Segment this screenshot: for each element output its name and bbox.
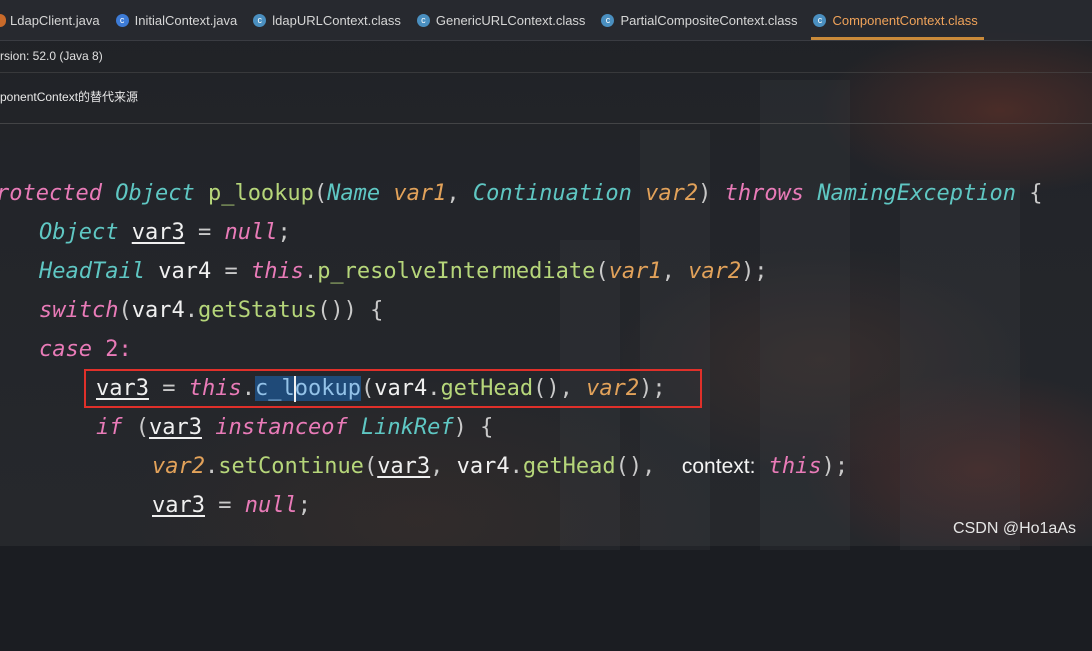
number-literal: 2 [105,337,119,362]
class-file-icon: c [601,13,615,27]
keyword-null: null [244,493,298,518]
tab-label: LdapClient.java [10,12,100,28]
code-line-declare-var3: Object var3 = null; [39,215,291,254]
variable-var3: var3 [377,454,431,479]
keyword-throws: throws [724,181,805,206]
variable-var3: var3 [152,493,205,518]
alternative-source-text[interactable]: ponentContext的替代来源 [0,90,138,104]
exception-type: NamingException [817,181,1016,206]
code-editor[interactable]: rotected Object p_lookup(Name var1, Cont… [0,176,1092,651]
paren: ()) { [317,298,384,323]
tab-componentcontext-class[interactable]: c ComponentContext.class [807,0,987,40]
dot: . [509,454,523,479]
arg-var2: var2 [688,259,742,284]
dot: . [204,454,219,479]
keyword-this: this [250,259,304,284]
paren: ) [698,181,712,206]
keyword-protected: rotected [0,181,102,206]
paren: ( [595,259,609,284]
keyword-null: null [224,220,278,245]
code-line-null-var3: var3 = null; [152,488,311,527]
paren: ( [363,454,378,479]
class-file-icon: c [813,13,827,27]
method-call: getStatus [197,298,318,323]
variable-var3: var3 [131,220,185,245]
csdn-watermark: CSDN @Ho1aAs [953,520,1076,537]
code-line-switch: switch(var4.getStatus()) { [39,293,383,332]
variable-var4: var4 [158,259,212,284]
keyword-this: this [768,454,822,479]
type: Object [39,220,119,245]
paren: ); [741,259,768,284]
brace: { [1016,181,1043,206]
comma: , [446,181,473,206]
method-call: getHead [522,454,616,479]
paren: ( [118,298,132,323]
paren: ( [122,415,149,440]
type: LinkRef [360,415,454,440]
tab-label: InitialContext.java [134,12,238,28]
tab-label: ComponentContext.class [832,12,978,28]
paren: (), [615,454,656,479]
tab-ldapclient-java[interactable]: LdapClient.java [0,0,110,40]
semicolon: ; [297,493,311,518]
method-call: setContinue [218,454,364,479]
variable-var4: var4 [131,298,185,323]
colon: : [118,337,132,362]
operator: = [204,493,245,518]
comma: , [430,454,457,479]
arg-var1: var1 [608,259,662,284]
bytecode-version-text: rsion: 52.0 (Java 8) [0,49,103,63]
param-var2: var2 [645,181,699,206]
param-var2: var2 [152,454,205,479]
return-type: Object [115,181,195,206]
semicolon: ; [277,220,291,245]
dot: . [184,298,198,323]
method-call: p_resolveIntermediate [317,259,596,284]
param-type: Continuation [472,181,632,206]
tab-partialcompositecontext-class[interactable]: c PartialCompositeContext.class [595,0,807,40]
tab-label: ldapURLContext.class [272,12,401,28]
alternative-source-bar: ponentContext的替代来源 [0,73,1092,124]
paren: ( [313,181,328,206]
paren: ); [821,454,849,479]
variable-var4: var4 [456,454,510,479]
java-file-icon [0,13,6,27]
java-file-icon: c [115,13,129,27]
code-line-case: case 2: [39,332,132,371]
paren: ) { [453,415,494,440]
param-type: Name [327,181,381,206]
tab-label: PartialCompositeContext.class [620,12,798,28]
bytecode-version-bar: rsion: 52.0 (Java 8) [0,40,1092,73]
type: HeadTail [39,259,145,284]
class-file-icon: c [253,13,267,27]
variable-var3: var3 [149,415,202,440]
param-var1: var1 [393,181,447,206]
keyword-instanceof: instanceof [215,415,348,440]
code-line-if-instanceof: if (var3 instanceof LinkRef) { [96,410,493,449]
keyword-case: case [39,337,92,362]
tab-label: GenericURLContext.class [435,12,586,28]
comma: , [661,259,689,284]
code-line-declare-var4: HeadTail var4 = this.p_resolveIntermedia… [39,254,768,293]
method-name: p_lookup [207,181,314,206]
keyword-switch: switch [39,298,119,323]
tab-ldapurlcontext-class[interactable]: c ldapURLContext.class [247,0,411,40]
keyword-if: if [96,415,123,440]
code-line-set-continue: var2.setContinue(var3, var4.getHead(), c… [152,449,848,488]
code-line-method-signature: rotected Object p_lookup(Name var1, Cont… [0,176,1043,215]
operator: = [184,220,225,245]
highlight-box [84,369,702,408]
tab-genericurlcontext-class[interactable]: c GenericURLContext.class [411,0,596,40]
operator: = [211,259,251,284]
tab-initialcontext-java[interactable]: c InitialContext.java [110,0,248,40]
editor-tab-bar: LdapClient.java c InitialContext.java c … [0,0,1092,41]
class-file-icon: c [416,13,430,27]
dot: . [303,259,318,284]
parameter-hint: context: [681,455,756,478]
